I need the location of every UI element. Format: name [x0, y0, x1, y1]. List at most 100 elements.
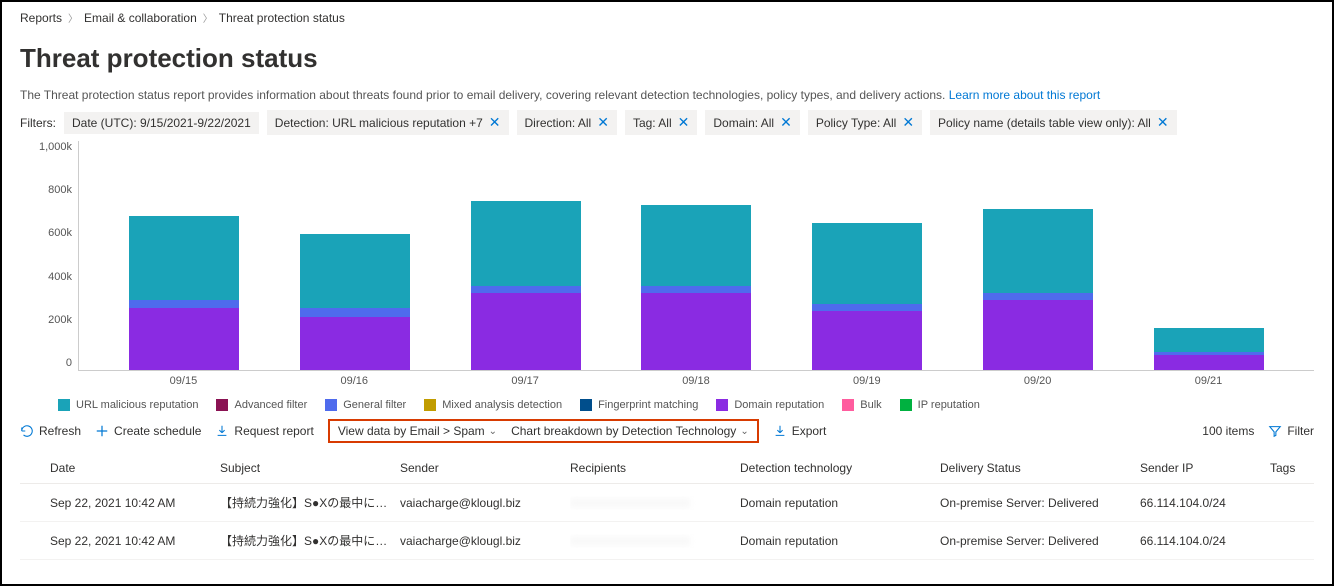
chart-plot — [78, 141, 1314, 371]
col-date[interactable]: Date — [50, 461, 220, 475]
legend-item[interactable]: General filter — [325, 399, 406, 411]
bar-segment — [129, 308, 239, 370]
legend-item[interactable]: IP reputation — [900, 399, 980, 411]
close-icon[interactable]: ✕ — [678, 114, 690, 131]
view-data-dropdown[interactable]: View data by Email > Spam ⌄ — [338, 424, 497, 438]
close-icon[interactable]: ✕ — [489, 114, 501, 131]
bar-segment — [129, 216, 239, 300]
create-schedule-button[interactable]: Create schedule — [95, 424, 201, 438]
legend-item[interactable]: URL malicious reputation — [58, 399, 198, 411]
close-icon[interactable]: ✕ — [1157, 114, 1169, 131]
bar-segment — [812, 223, 922, 304]
legend-item[interactable]: Advanced filter — [216, 399, 307, 411]
items-count: 100 items — [1202, 424, 1254, 438]
col-detection[interactable]: Detection technology — [740, 461, 940, 475]
col-ip[interactable]: Sender IP — [1140, 461, 1270, 475]
col-sender[interactable]: Sender — [400, 461, 570, 475]
bar-09/20[interactable] — [983, 209, 1093, 370]
filter-bar: Filters: Date (UTC): 9/15/2021-9/22/2021… — [20, 110, 1314, 135]
bar-09/17[interactable] — [471, 201, 581, 370]
table-row[interactable]: Sep 22, 2021 10:42 AM【持続力強化】S●Xの最中に中折れし.… — [20, 484, 1314, 522]
cell-ip: 66.114.104.0/24 — [1140, 496, 1270, 510]
cell-delivery: On-premise Server: Delivered — [940, 496, 1140, 510]
cell-date: Sep 22, 2021 10:42 AM — [50, 534, 220, 548]
legend-swatch-icon — [900, 399, 912, 411]
legend-swatch-icon — [716, 399, 728, 411]
filter-button[interactable]: Filter — [1268, 424, 1314, 438]
bar-segment — [300, 317, 410, 370]
page-description: The Threat protection status report prov… — [20, 88, 1314, 102]
chevron-down-icon: ⌄ — [489, 426, 497, 437]
cell-detection: Domain reputation — [740, 496, 940, 510]
legend-swatch-icon — [424, 399, 436, 411]
bar-09/21[interactable] — [1154, 328, 1264, 370]
legend-swatch-icon — [842, 399, 854, 411]
close-icon[interactable]: ✕ — [597, 114, 609, 131]
cell-delivery: On-premise Server: Delivered — [940, 534, 1140, 548]
close-icon[interactable]: ✕ — [780, 114, 792, 131]
legend-item[interactable]: Bulk — [842, 399, 881, 411]
cell-detection: Domain reputation — [740, 534, 940, 548]
bar-segment — [641, 205, 751, 286]
legend-swatch-icon — [325, 399, 337, 411]
bar-segment — [641, 293, 751, 370]
chart-breakdown-dropdown[interactable]: Chart breakdown by Detection Technology … — [511, 424, 749, 438]
breadcrumb-current: Threat protection status — [219, 11, 345, 25]
download-icon — [215, 424, 229, 438]
refresh-button[interactable]: Refresh — [20, 424, 81, 438]
bar-segment — [983, 209, 1093, 293]
filters-label: Filters: — [20, 116, 56, 130]
filter-domain[interactable]: Domain: All✕ — [705, 110, 799, 135]
filter-detection[interactable]: Detection: URL malicious reputation +7✕ — [267, 110, 509, 135]
cell-subject: 【持続力強化】S●Xの最中に中折れし... — [220, 494, 400, 511]
chevron-down-icon: ⌄ — [740, 426, 748, 437]
redacted-recipients — [570, 534, 690, 548]
chevron-right-icon: 〉 — [203, 10, 213, 25]
filter-date[interactable]: Date (UTC): 9/15/2021-9/22/2021 — [64, 112, 259, 134]
chart-x-axis: 09/1509/1609/1709/1809/1909/2009/21 — [78, 371, 1314, 387]
learn-more-link[interactable]: Learn more about this report — [949, 88, 1100, 102]
cell-ip: 66.114.104.0/24 — [1140, 534, 1270, 548]
download-icon — [773, 424, 787, 438]
request-report-button[interactable]: Request report — [215, 424, 313, 438]
legend-label: Fingerprint matching — [598, 399, 698, 411]
bar-segment — [471, 293, 581, 370]
legend-swatch-icon — [580, 399, 592, 411]
legend-label: Bulk — [860, 399, 881, 411]
legend-label: IP reputation — [918, 399, 980, 411]
breadcrumb-email-collab[interactable]: Email & collaboration — [84, 11, 197, 25]
bar-09/18[interactable] — [641, 205, 751, 370]
chart-legend: URL malicious reputation Advanced filter G… — [58, 399, 1314, 411]
bar-segment — [471, 286, 581, 293]
col-delivery[interactable]: Delivery Status — [940, 461, 1140, 475]
redacted-recipients — [570, 496, 690, 510]
table-header: Date Subject Sender Recipients Detection… — [20, 453, 1314, 484]
col-recipients[interactable]: Recipients — [570, 461, 740, 475]
bar-segment — [471, 201, 581, 287]
col-subject[interactable]: Subject — [220, 461, 400, 475]
filter-policy-type[interactable]: Policy Type: All✕ — [808, 110, 922, 135]
bar-09/16[interactable] — [300, 234, 410, 370]
close-icon[interactable]: ✕ — [902, 114, 914, 131]
cell-date: Sep 22, 2021 10:42 AM — [50, 496, 220, 510]
page-title: Threat protection status — [20, 43, 1314, 74]
legend-item[interactable]: Domain reputation — [716, 399, 824, 411]
legend-swatch-icon — [58, 399, 70, 411]
filter-tag[interactable]: Tag: All✕ — [625, 110, 697, 135]
col-tags[interactable]: Tags — [1270, 461, 1330, 475]
legend-label: Mixed analysis detection — [442, 399, 562, 411]
legend-label: Advanced filter — [234, 399, 307, 411]
legend-item[interactable]: Mixed analysis detection — [424, 399, 562, 411]
bar-segment — [300, 308, 410, 317]
filter-direction[interactable]: Direction: All✕ — [517, 110, 617, 135]
chart-y-axis: 1,000k800k600k400k200k0 — [30, 141, 78, 371]
legend-label: General filter — [343, 399, 406, 411]
legend-item[interactable]: Fingerprint matching — [580, 399, 698, 411]
filter-policy-name[interactable]: Policy name (details table view only): A… — [930, 110, 1177, 135]
table-row[interactable]: Sep 22, 2021 10:42 AM【持続力強化】S●Xの最中に中折れし.… — [20, 522, 1314, 560]
legend-label: Domain reputation — [734, 399, 824, 411]
bar-09/19[interactable] — [812, 223, 922, 370]
breadcrumb-reports[interactable]: Reports — [20, 11, 62, 25]
export-button[interactable]: Export — [773, 424, 827, 438]
bar-09/15[interactable] — [129, 216, 239, 370]
